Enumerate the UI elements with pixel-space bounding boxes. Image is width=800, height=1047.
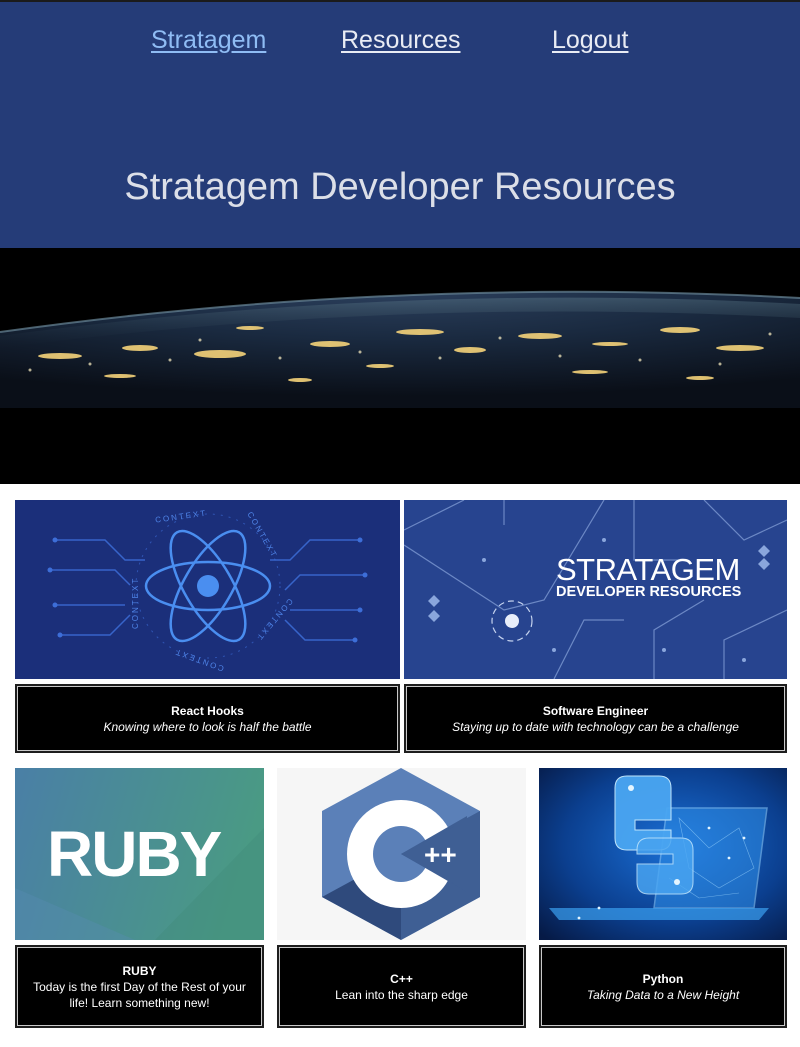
svg-text:RUBY: RUBY [47, 818, 222, 890]
react-hooks-image[interactable]: CONTEXT CONTEXT CONTEXT CONTEXT CONTEXT [15, 500, 400, 679]
nav-link-logout[interactable]: Logout [552, 26, 628, 55]
card-title: RUBY [122, 963, 157, 978]
card-caption-react-hooks[interactable]: React Hooks Knowing where to look is hal… [15, 684, 400, 753]
page-title: Stratagem Developer Resources [124, 166, 676, 208]
card-caption-ruby[interactable]: RUBY Today is the first Day of the Rest … [15, 945, 264, 1028]
card-caption-cpp[interactable]: C++ Lean into the sharp edge [277, 945, 526, 1028]
nav-link-resources[interactable]: Resources [341, 26, 461, 55]
svg-text:STRATAGEM: STRATAGEM [556, 552, 740, 587]
site-header: Stratagem Resources Logout Stratagem Dev… [0, 0, 800, 248]
stratagem-banner-image[interactable]: STRATAGEM DEVELOPER RESOURCES [404, 500, 787, 679]
python-image[interactable] [539, 768, 787, 940]
card-subtitle: Staying up to date with technology can b… [452, 719, 739, 734]
svg-text:DEVELOPER RESOURCES: DEVELOPER RESOURCES [556, 584, 742, 600]
card-subtitle: Lean into the sharp edge [335, 987, 468, 1002]
cpp-logo-image[interactable]: ++ [277, 768, 526, 940]
card-subtitle: Taking Data to a New Height [586, 987, 740, 1002]
card-subtitle: Knowing where to look is half the battle [103, 719, 312, 734]
card-caption-python[interactable]: Python Taking Data to a New Height [539, 945, 787, 1028]
card-title: Software Engineer [542, 703, 649, 718]
card-caption-software-engineer[interactable]: Software Engineer Staying up to date wit… [404, 684, 787, 753]
svg-text:++: ++ [424, 839, 457, 870]
svg-text:CONTEXT: CONTEXT [131, 577, 140, 629]
card-subtitle: Today is the first Day of the Rest of yo… [33, 979, 246, 1010]
card-title: Python [642, 971, 684, 986]
card-title: React Hooks [171, 703, 244, 718]
ruby-image[interactable]: RUBY [15, 768, 264, 940]
card-title: C++ [390, 971, 413, 986]
nav-link-stratagem[interactable]: Stratagem [151, 26, 266, 55]
hero-earth-image [0, 248, 800, 484]
